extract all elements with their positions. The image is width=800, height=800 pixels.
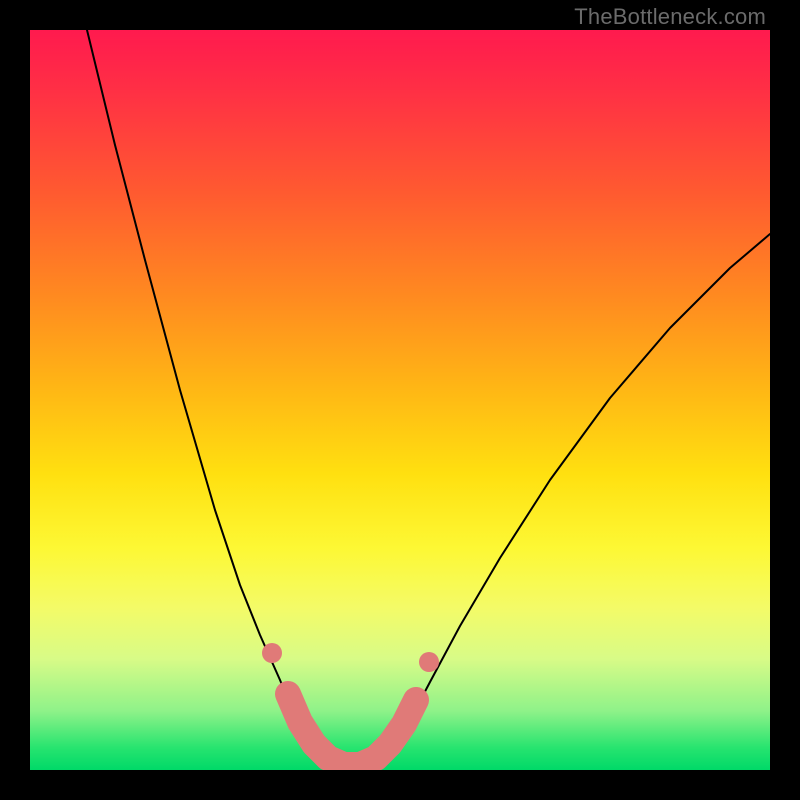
valley-highlight bbox=[288, 694, 416, 765]
dot-right bbox=[419, 652, 439, 672]
curve-layer bbox=[30, 30, 770, 770]
marker-layer bbox=[262, 643, 439, 672]
watermark-text: TheBottleneck.com bbox=[574, 4, 766, 30]
plot-area bbox=[30, 30, 770, 770]
outer-frame: TheBottleneck.com bbox=[0, 0, 800, 800]
dot-left bbox=[262, 643, 282, 663]
